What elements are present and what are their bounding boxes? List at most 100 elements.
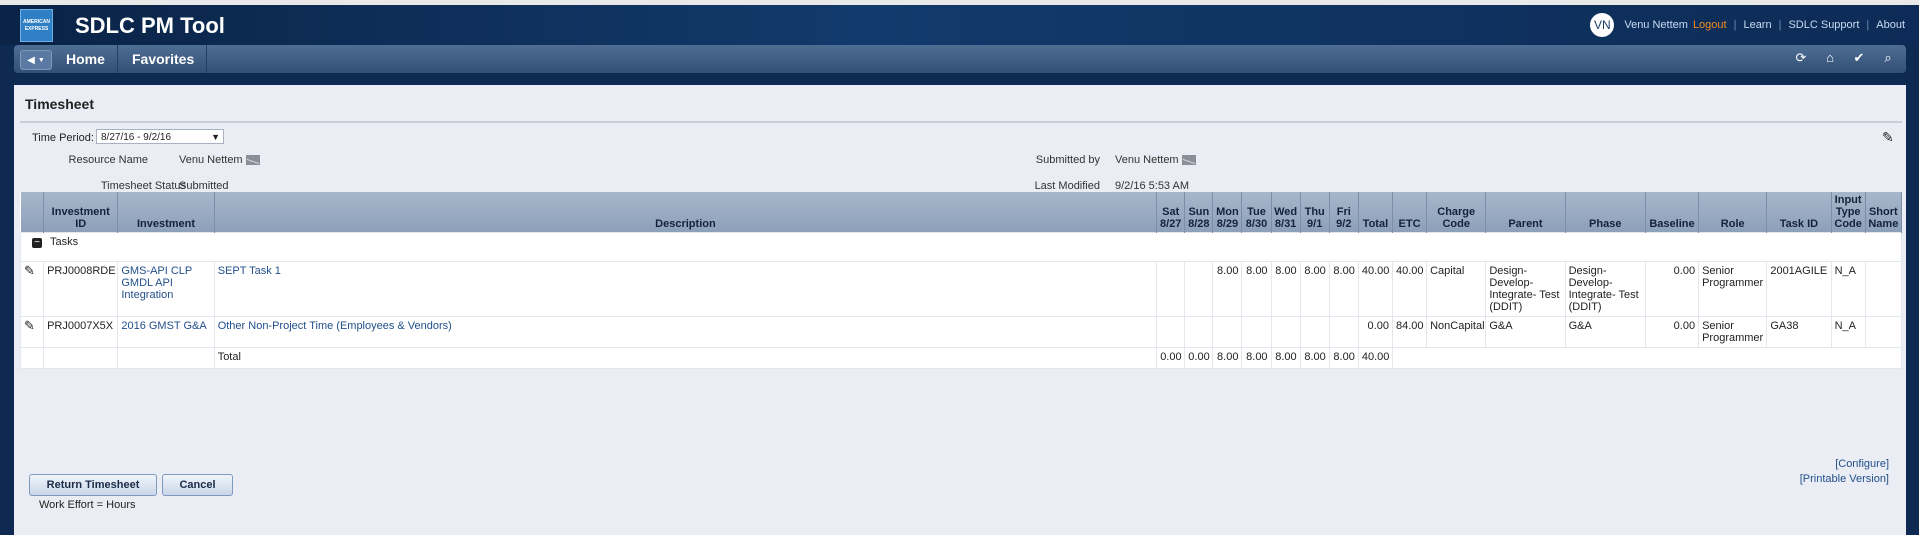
resource-name-text: Venu Nettem (179, 154, 243, 166)
edit-icon[interactable]: ✎ (24, 318, 35, 333)
user-name-link[interactable]: Venu Nettem (1624, 19, 1688, 31)
col-investment[interactable]: Investment (117, 192, 215, 233)
col-role[interactable]: Role (1698, 192, 1768, 233)
mail-icon[interactable] (1181, 155, 1196, 166)
cell-mon[interactable] (1212, 316, 1243, 348)
col-short-name[interactable]: Short Name (1865, 192, 1903, 233)
back-button[interactable]: ◀ ▼ (20, 50, 52, 70)
description-link[interactable]: Other Non-Project Time (Employees & Vend… (218, 320, 452, 332)
submitted-by-value: Venu Nettem (1115, 154, 1196, 166)
back-arrow-icon: ◀ (27, 54, 35, 66)
cell-phase: G&A (1564, 316, 1646, 348)
totals-empty (19, 347, 45, 369)
col-sat: Sat 8/27 (1156, 192, 1186, 233)
cell-mon[interactable]: 8.00 (1212, 261, 1243, 317)
last-modified-label: Last Modified (1034, 180, 1100, 192)
total-tue: 8.00 (1241, 347, 1272, 369)
cell-sun[interactable] (1184, 316, 1214, 348)
col-sun: Sun 8/28 (1184, 192, 1214, 233)
sdlc-support-link[interactable]: SDLC Support (1788, 19, 1859, 31)
edit-icon[interactable]: ✎ (1882, 129, 1894, 146)
cell-charge-code: NonCapital (1426, 316, 1487, 348)
work-effort-note: Work Effort = Hours (39, 499, 136, 511)
cell-sat[interactable] (1156, 316, 1186, 348)
cell-sun[interactable] (1184, 261, 1214, 317)
row-edit-cell: ✎ (19, 316, 45, 348)
cell-investment-id: PRJ0008RDE (43, 261, 119, 317)
col-baseline[interactable]: Baseline (1645, 192, 1700, 233)
nav-favorites[interactable]: Favorites (120, 45, 208, 73)
about-link[interactable]: About (1876, 19, 1905, 31)
investment-link[interactable]: 2016 GMST G&A (121, 320, 206, 332)
total-wed: 8.00 (1270, 347, 1301, 369)
cell-short-name (1864, 316, 1903, 348)
divider: | (1866, 19, 1870, 31)
total-sun: 0.00 (1184, 347, 1214, 369)
row-edit-cell: ✎ (19, 261, 45, 317)
totals-label: Total (213, 347, 1158, 369)
totals-empty (43, 347, 119, 369)
logout-link[interactable]: Logout (1693, 19, 1727, 31)
col-mon: Mon 8/29 (1212, 192, 1243, 233)
cell-etc[interactable]: 40.00 (1391, 261, 1428, 317)
col-input-type-code[interactable]: Input Type Code (1831, 192, 1866, 233)
time-period-select[interactable]: 8/27/16 - 9/2/16 ▼ (96, 129, 224, 144)
cell-input-type-code: N_A (1830, 316, 1866, 348)
mail-icon[interactable] (245, 155, 260, 166)
tasks-group-row: − Tasks (20, 232, 1902, 262)
cell-etc[interactable]: 84.00 (1391, 316, 1428, 348)
description-link[interactable]: SEPT Task 1 (218, 265, 281, 277)
col-charge-code[interactable]: Charge Code (1426, 192, 1487, 233)
cell-sat[interactable] (1156, 261, 1186, 317)
printable-version-link[interactable]: [Printable Version] (1800, 473, 1889, 485)
cell-tue[interactable]: 8.00 (1241, 261, 1272, 317)
time-period-label: Time Period: (32, 132, 94, 144)
cell-total: 40.00 (1357, 261, 1393, 317)
total-mon: 8.00 (1212, 347, 1243, 369)
investment-link[interactable]: GMS-API CLP GMDL API Integration (121, 265, 192, 301)
learn-link[interactable]: Learn (1743, 19, 1771, 31)
tasks-group-label: Tasks (50, 236, 79, 248)
configure-link[interactable]: [Configure] (1835, 458, 1889, 470)
cell-investment: GMS-API CLP GMDL API Integration (117, 261, 215, 317)
search-icon[interactable]: ⌕ (1880, 50, 1896, 66)
totals-empty (1391, 347, 1903, 369)
check-icon[interactable]: ✔ (1851, 50, 1867, 66)
cell-parent: G&A (1485, 316, 1566, 348)
submitted-by-label: Submitted by (1035, 154, 1100, 166)
edit-icon[interactable]: ✎ (24, 263, 35, 278)
company-logo[interactable]: AMERICAN EXPRESS (20, 9, 53, 42)
cell-tue[interactable] (1241, 316, 1272, 348)
user-avatar[interactable]: VN (1590, 13, 1615, 37)
cell-task-id: 2001AGILE (1766, 261, 1832, 317)
col-task-id[interactable]: Task ID (1766, 192, 1832, 233)
cell-role: Senior Programmer (1698, 316, 1768, 348)
collapse-icon[interactable]: − (32, 238, 42, 248)
cell-thu[interactable] (1299, 316, 1330, 348)
refresh-icon[interactable]: ⟳ (1793, 50, 1809, 66)
col-phase[interactable]: Phase (1565, 192, 1646, 233)
col-select (20, 192, 45, 233)
col-etc: ETC (1392, 192, 1428, 233)
cell-wed[interactable]: 8.00 (1270, 261, 1301, 317)
home-icon[interactable]: ⌂ (1822, 50, 1838, 66)
cell-investment-id: PRJ0007X5X (43, 316, 119, 348)
col-fri: Fri 9/2 (1329, 192, 1359, 233)
divider: | (1778, 19, 1782, 31)
nav-icon-group: ⟳ ⌂ ✔ ⌕ (1793, 50, 1896, 66)
cancel-button[interactable]: Cancel (162, 474, 233, 496)
cell-thu[interactable]: 8.00 (1299, 261, 1330, 317)
cell-fri[interactable]: 8.00 (1328, 261, 1359, 317)
cell-description: SEPT Task 1 (213, 261, 1158, 317)
cell-fri[interactable] (1328, 316, 1359, 348)
cell-charge-code: Capital (1426, 261, 1487, 317)
col-investment-id[interactable]: Investment ID (43, 192, 119, 233)
cell-total: 0.00 (1357, 316, 1393, 348)
app-header: AMERICAN EXPRESS SDLC PM Tool VN Venu Ne… (0, 5, 1919, 45)
nav-home[interactable]: Home (54, 45, 118, 73)
timesheet-status-label: Timesheet Status (100, 180, 186, 192)
cell-wed[interactable] (1270, 316, 1301, 348)
col-description[interactable]: Description (214, 192, 1158, 233)
col-parent[interactable]: Parent (1485, 192, 1566, 233)
return-timesheet-button[interactable]: Return Timesheet (29, 474, 157, 496)
